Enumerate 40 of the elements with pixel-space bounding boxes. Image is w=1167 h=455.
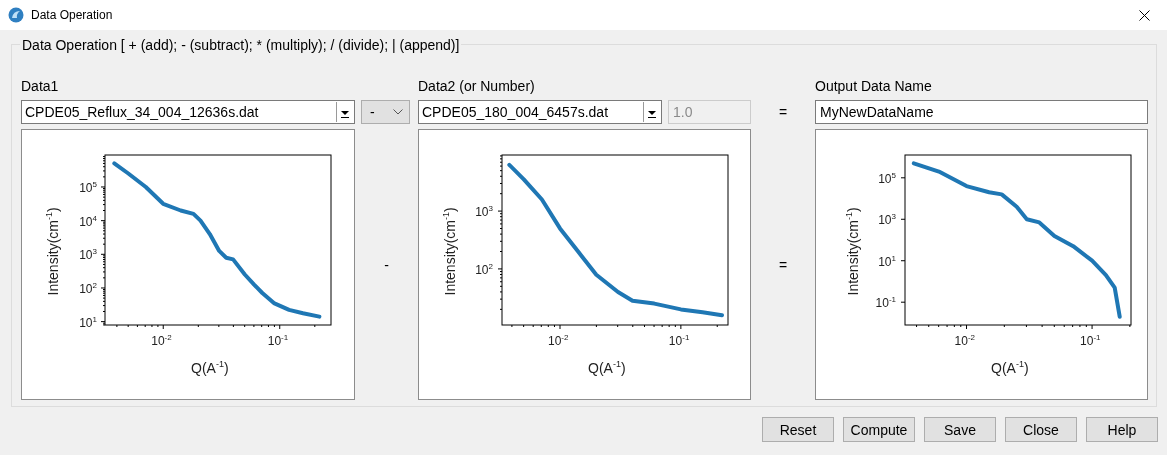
y-tick-label: 10$^{1}$ <box>878 254 896 268</box>
y-tick-label: 10$^{-1}$ <box>875 296 896 310</box>
window-title: Data Operation <box>31 8 113 22</box>
group-title: Data Operation [ + (add); - (subtract); * (multiply); / (divide); | (append)] <box>20 36 462 54</box>
field-label: Data2 (or Number) <box>418 78 536 95</box>
x-tick-label: 10$^{-1}$ <box>267 334 289 347</box>
dialog-button[interactable]: Help <box>1086 417 1158 442</box>
y-tick-label: 10$^{5}$ <box>878 171 896 185</box>
operator-dropdown[interactable]: - <box>361 100 410 124</box>
x-tick-label: 10$^{-2}$ <box>548 334 569 347</box>
dialog-button[interactable]: Compute <box>843 417 915 442</box>
chevron-down-icon <box>393 109 403 115</box>
y-tick-label: 10$^{3}$ <box>878 213 896 227</box>
y-tick-label: 10$^{2}$ <box>79 281 97 295</box>
x-tick-label: 10$^{-1}$ <box>668 334 690 347</box>
y-tick-label: 10$^{4}$ <box>79 214 97 228</box>
app-icon <box>8 7 24 23</box>
x-tick-label: 10$^{-2}$ <box>954 334 975 347</box>
equals-sign: = <box>778 104 788 120</box>
x-axis-label: Q(A$^{-1}$) <box>588 360 626 375</box>
close-icon <box>1138 9 1150 21</box>
x-axis-label: Q(A$^{-1}$) <box>991 360 1029 375</box>
y-tick-label: 10$^{3}$ <box>475 205 493 219</box>
y-tick-label: 10$^{5}$ <box>79 180 97 194</box>
x-tick-label: 10$^{-1}$ <box>1080 334 1101 347</box>
field-label: Output Data Name <box>815 78 933 95</box>
field-label: Data1 <box>21 78 60 95</box>
y-tick-label: 10$^{3}$ <box>79 248 97 262</box>
output-name-field[interactable]: MyNewDataName <box>815 100 1148 124</box>
x-axis-label: Q(A$^{-1}$) <box>191 360 229 375</box>
dialog-button[interactable]: Close <box>1005 417 1077 442</box>
equals-sign: = <box>778 256 788 273</box>
data2-dropdown[interactable]: CPDE05_180_004_6457s.dat <box>418 100 662 124</box>
operator-sign: - <box>384 256 389 273</box>
y-tick-label: 10$^{1}$ <box>79 315 97 329</box>
data1-dropdown[interactable]: CPDE05_Reflux_34_004_12636s.dat <box>21 100 355 124</box>
x-tick-label: 10$^{-2}$ <box>151 334 172 347</box>
y-tick-label: 10$^{2}$ <box>475 262 493 276</box>
dialog-button[interactable]: Save <box>924 417 996 442</box>
dialog-button[interactable]: Reset <box>762 417 834 442</box>
